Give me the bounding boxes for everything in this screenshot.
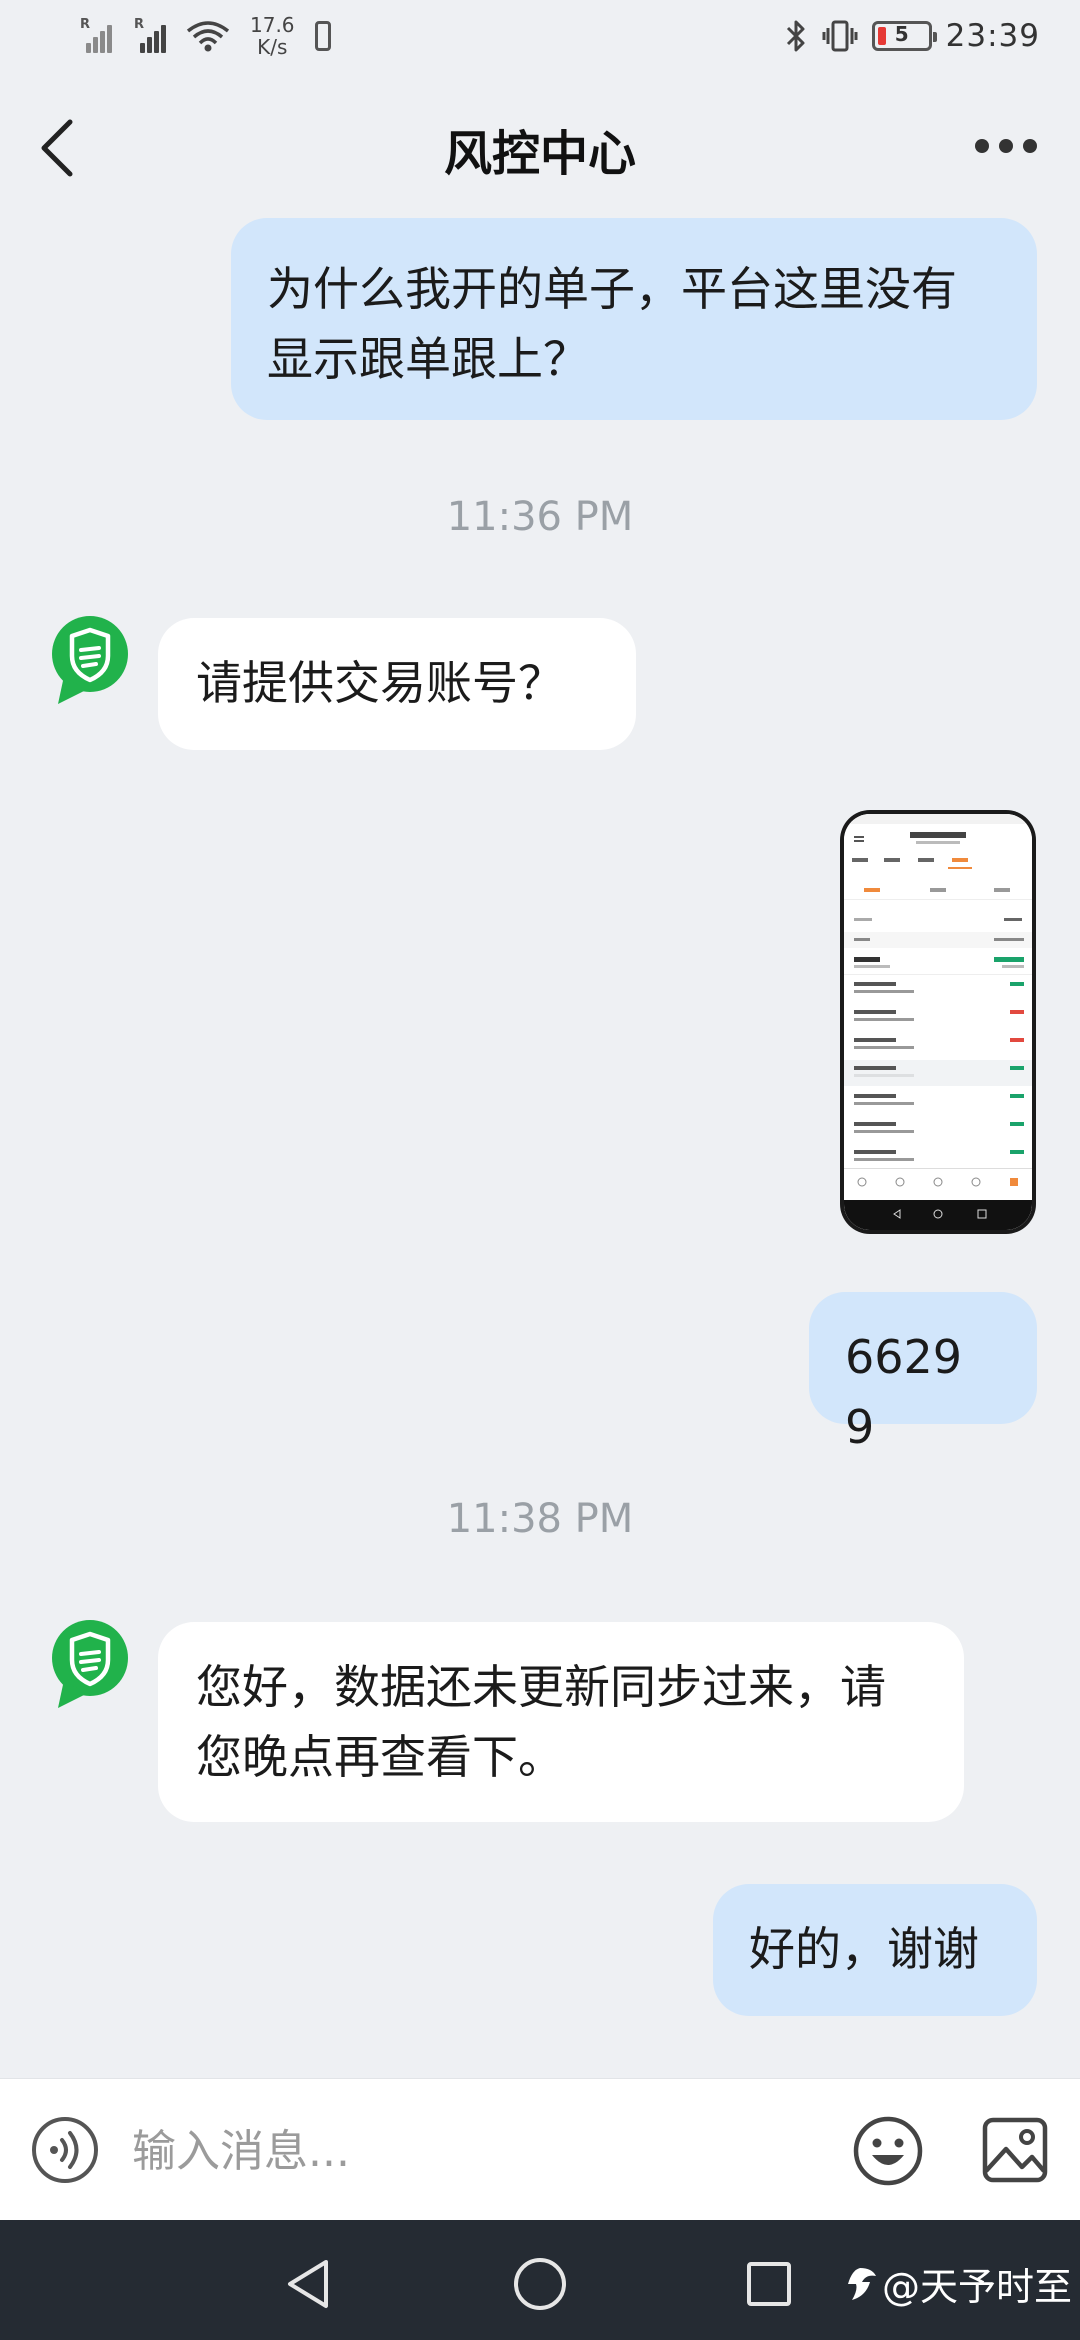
emoji-icon[interactable] bbox=[852, 2115, 924, 2187]
wifi-icon bbox=[186, 21, 230, 52]
message-bubble-received[interactable]: 您好，数据还未更新同步过来，请您晚点再查看下。 bbox=[158, 1622, 964, 1822]
status-bar: R R 17.6 K/s 5 23:39 bbox=[0, 0, 1080, 72]
more-icon[interactable] bbox=[972, 134, 1040, 158]
watermark: @天予时至 bbox=[842, 2256, 1072, 2311]
message-input[interactable] bbox=[130, 2115, 814, 2187]
status-time: 23:39 bbox=[945, 18, 1040, 54]
bot-avatar-icon bbox=[52, 1620, 128, 1708]
system-nav-bar: @天予时至 bbox=[0, 2220, 1080, 2340]
message-bubble-received[interactable]: 请提供交易账号？ bbox=[158, 618, 636, 750]
watermark-logo-icon bbox=[847, 2267, 876, 2300]
nav-back-icon[interactable] bbox=[282, 2256, 334, 2312]
thumbnail-screen bbox=[844, 814, 1032, 1230]
status-left: R R 17.6 K/s bbox=[78, 14, 331, 58]
signal-icon: R bbox=[78, 17, 112, 53]
nav-home-icon[interactable] bbox=[512, 2256, 568, 2312]
voice-icon[interactable] bbox=[30, 2115, 100, 2185]
chat-header: 风控中心 bbox=[0, 72, 1080, 222]
trading-app-screenshot bbox=[844, 814, 1032, 1230]
battery-icon: 5 bbox=[871, 21, 937, 51]
image-icon[interactable] bbox=[980, 2115, 1050, 2185]
signal-icon-2: R bbox=[132, 17, 166, 53]
image-message-thumbnail[interactable] bbox=[840, 810, 1036, 1234]
timestamp: 11:38 PM bbox=[446, 1496, 634, 1542]
message-composer bbox=[0, 2078, 1080, 2221]
status-right: 5 23:39 bbox=[784, 14, 1040, 58]
page-title: 风控中心 bbox=[443, 126, 636, 182]
nav-recent-icon[interactable] bbox=[745, 2260, 793, 2308]
message-bubble-sent[interactable]: 为什么我开的单子，平台这里没有显示跟单跟上？ bbox=[231, 218, 1037, 420]
message-bubble-sent[interactable]: 6629 9 bbox=[809, 1292, 1037, 1454]
phone-icon bbox=[314, 21, 331, 51]
message-bubble-sent[interactable]: 好的，谢谢 bbox=[713, 1884, 1037, 2016]
vibrate-icon bbox=[822, 20, 858, 52]
timestamp: 11:36 PM bbox=[446, 494, 634, 540]
network-speed: 17.6 K/s bbox=[250, 13, 295, 59]
bot-avatar-icon bbox=[52, 616, 128, 704]
bluetooth-icon bbox=[786, 20, 805, 52]
